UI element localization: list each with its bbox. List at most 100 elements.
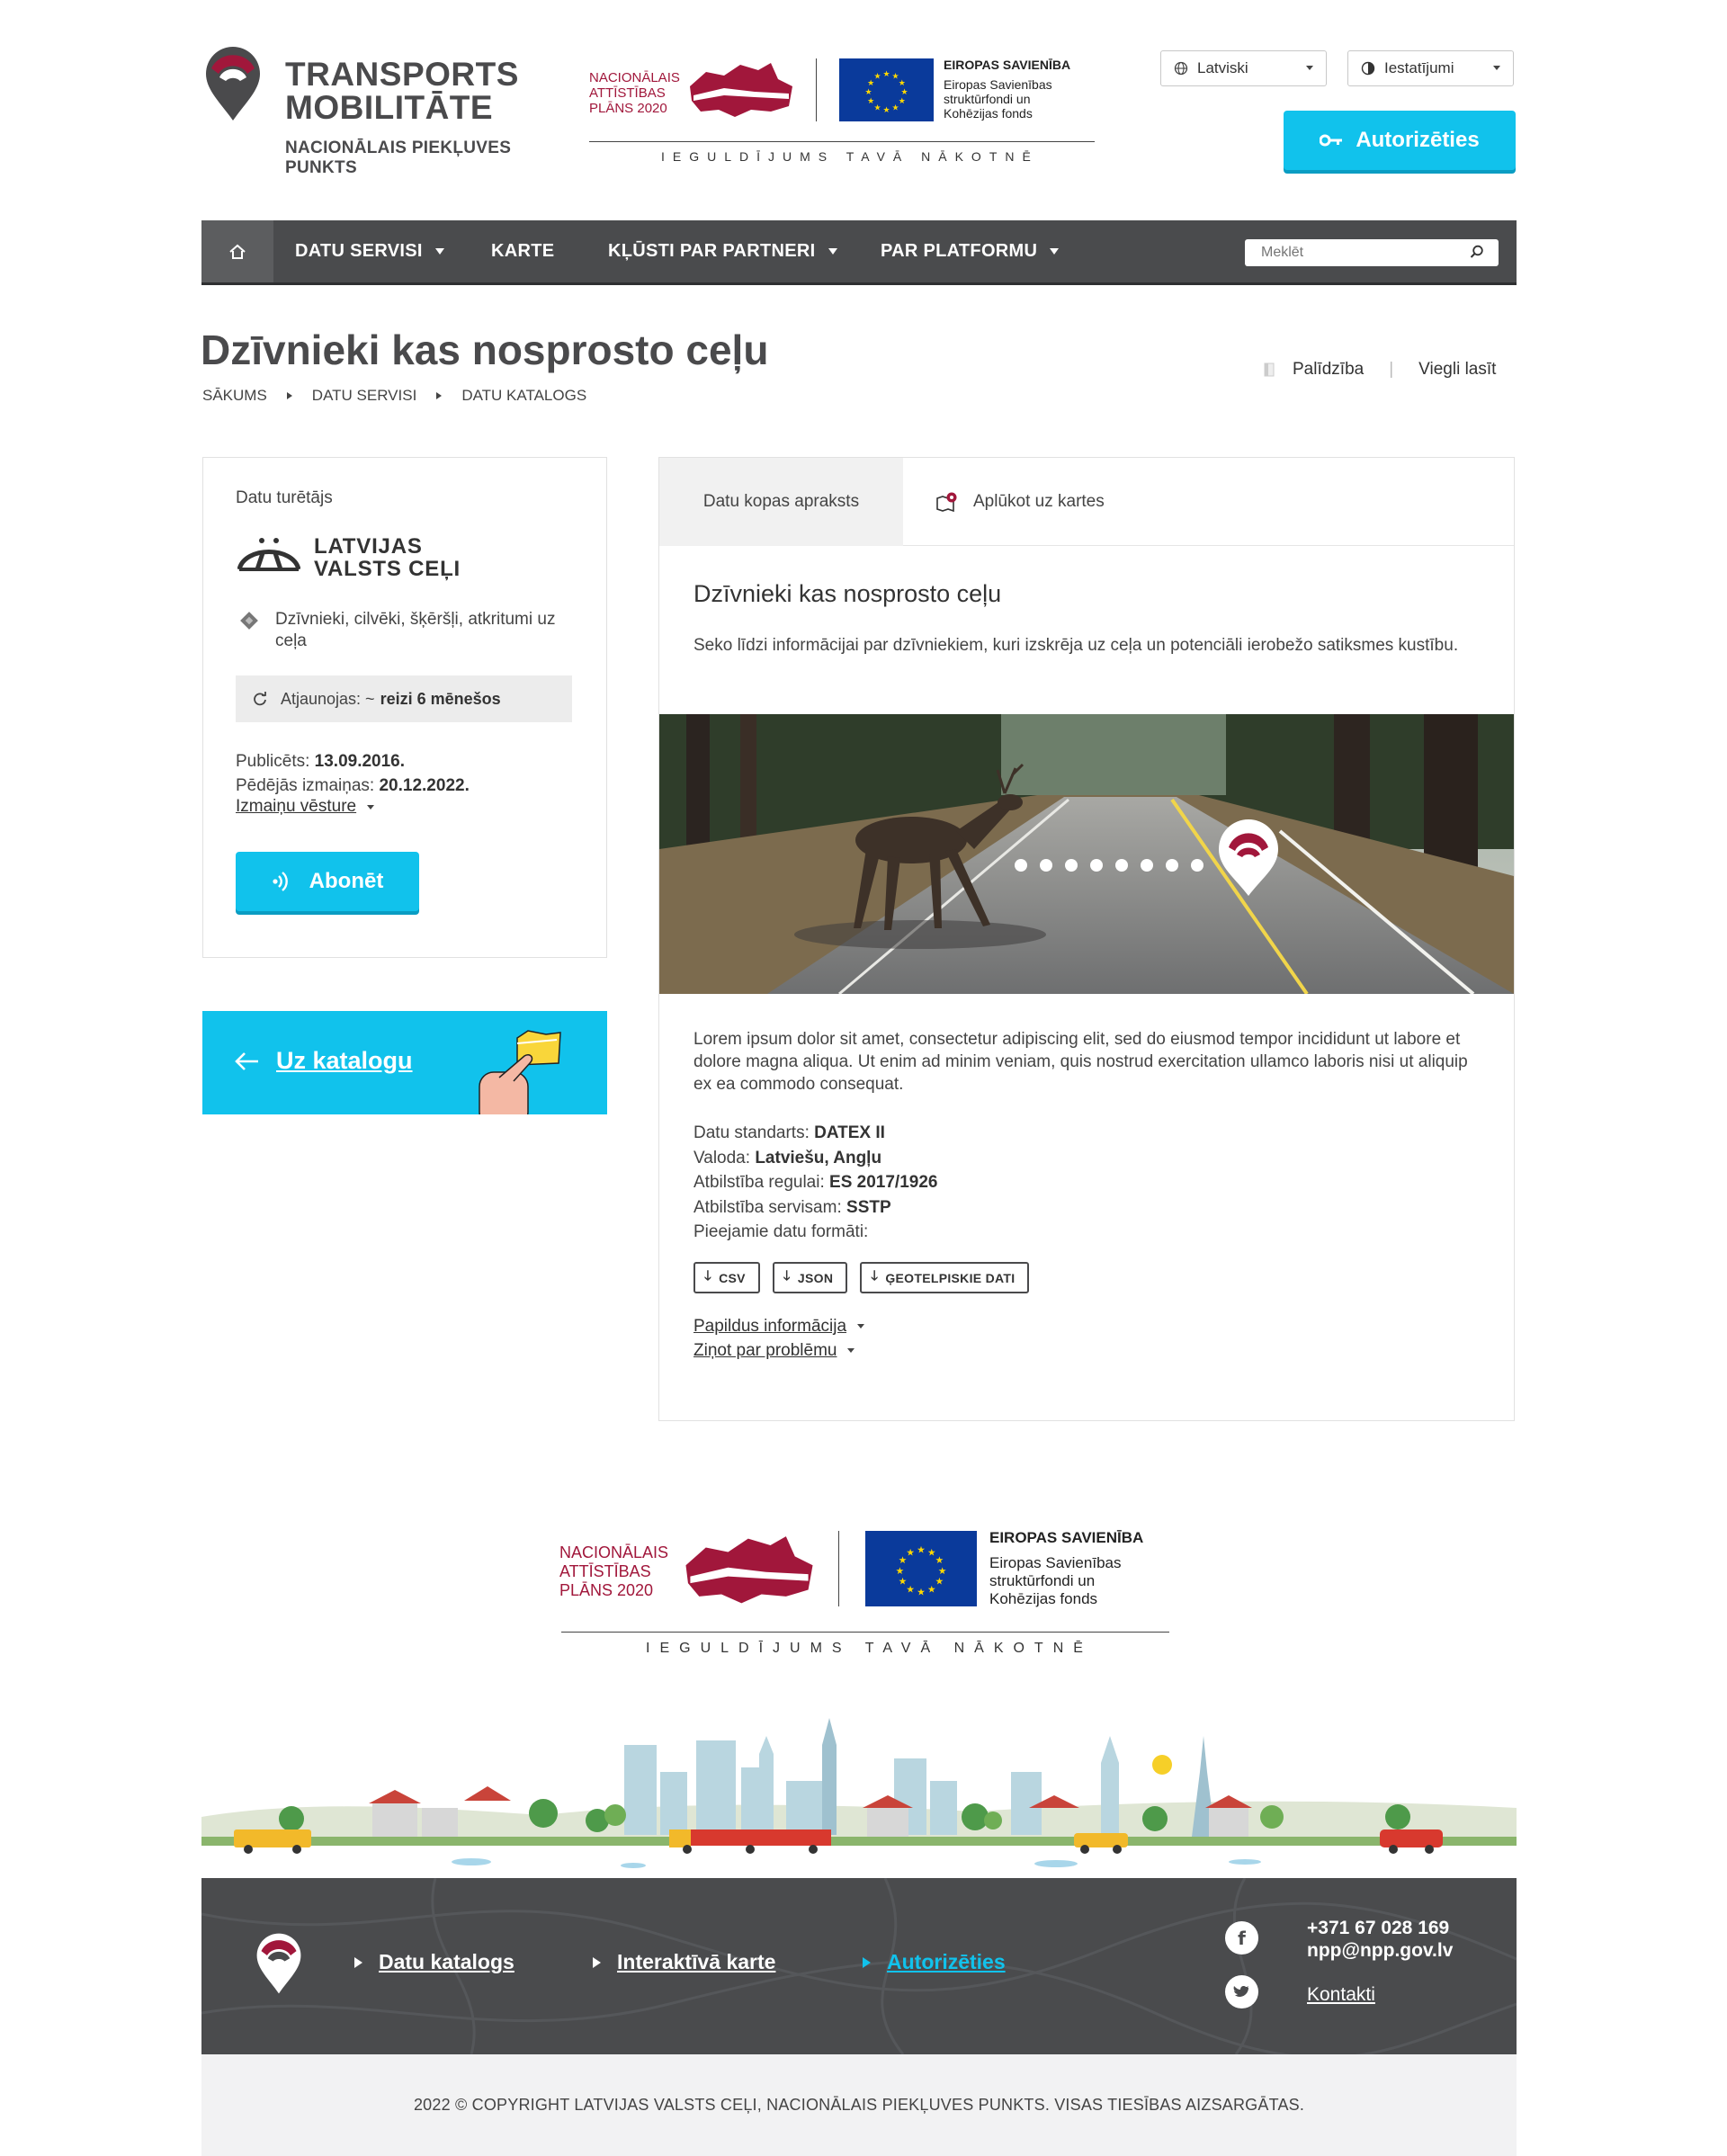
page-title: Dzīvnieki kas nosprosto ceļu bbox=[201, 327, 769, 373]
download-csv-button[interactable]: 🡓 CSV bbox=[693, 1262, 760, 1293]
format-buttons: 🡓 CSV 🡓 JSON 🡓 ĢEOTELPISKIE DATI bbox=[693, 1262, 1042, 1293]
twitter-icon[interactable] bbox=[1225, 1975, 1258, 2008]
chevron-down-icon bbox=[1493, 66, 1500, 70]
breadcrumb-item[interactable]: DATU SERVISI bbox=[312, 387, 417, 405]
chevron-down-icon bbox=[828, 248, 837, 255]
download-geo-button[interactable]: 🡓 ĢEOTELPISKIE DATI bbox=[860, 1262, 1030, 1293]
published-value: 13.09.2016. bbox=[314, 752, 406, 771]
svg-text:★: ★ bbox=[917, 1587, 926, 1598]
dataset-tabs: Datu kopas apraksts Aplūkot uz kartes bbox=[659, 458, 1514, 546]
report-problem-label: Ziņot par problēmu bbox=[693, 1341, 837, 1360]
footer-link-label: Datu katalogs bbox=[379, 1950, 515, 1973]
change-history-link[interactable]: Izmaiņu vēsture bbox=[236, 797, 375, 817]
footer-link-login[interactable]: Autorizēties bbox=[863, 1950, 1006, 1974]
copyright-bar: 2022 © COPYRIGHT LATVIJAS VALSTS CEĻI, N… bbox=[201, 2054, 1517, 2156]
logo-title: TRANSPORTS MOBILITĀTE bbox=[285, 56, 519, 126]
site-footer: Datu katalogs Interaktīvā karte Autorizē… bbox=[201, 1878, 1517, 2054]
nav-item-label: PAR PLATFORMU bbox=[881, 241, 1038, 261]
nav-item-about-platform[interactable]: PAR PLATFORMU bbox=[881, 220, 1060, 282]
dataset-title: Dzīvnieki kas nosprosto ceļu bbox=[693, 580, 1002, 607]
latvia-map-icon bbox=[690, 63, 792, 117]
dataset-panel: Datu kopas apraksts Aplūkot uz kartes Dz… bbox=[658, 457, 1515, 1421]
more-info-link[interactable]: Papildus informācija bbox=[693, 1314, 865, 1338]
footer-contacts-link[interactable]: Kontakti bbox=[1307, 1984, 1375, 2006]
site-logo[interactable]: TRANSPORTS MOBILITĀTE NACIONĀLAIS PIEKĻU… bbox=[202, 45, 526, 180]
more-info-label: Papildus informācija bbox=[693, 1317, 847, 1336]
nav-item-become-partner[interactable]: KĻŪSTI PAR PARTNERI bbox=[608, 220, 837, 282]
chevron-down-icon bbox=[847, 1348, 855, 1353]
download-json-button[interactable]: 🡓 JSON bbox=[772, 1262, 848, 1293]
settings-select[interactable]: Iestatījumi bbox=[1347, 50, 1514, 86]
deer-on-road-image bbox=[659, 714, 1514, 994]
format-label: JSON bbox=[797, 1270, 834, 1285]
owner-label: Datu turētājs bbox=[236, 488, 333, 507]
funding-caption: IEGULDĪJUMS TAVĀ NĀKOTNĒ bbox=[661, 149, 1039, 164]
download-arrow-icon: 🡓 bbox=[871, 1268, 879, 1284]
breadcrumb-item[interactable]: DATU KATALOGS bbox=[461, 387, 586, 405]
location-pin-icon bbox=[206, 47, 260, 121]
eu-flag-icon: ★ ★ ★ ★ ★ ★ ★ ★ ★ ★ ★ ★ bbox=[839, 58, 934, 121]
report-problem-link[interactable]: Ziņot par problēmu bbox=[693, 1338, 864, 1363]
tab-view-on-map[interactable]: Aplūkot uz kartes bbox=[935, 458, 1105, 546]
breadcrumb-item[interactable]: SĀKUMS bbox=[202, 387, 267, 405]
funding-divider bbox=[816, 58, 817, 121]
footer-link-data-catalog[interactable]: Datu katalogs bbox=[354, 1950, 515, 1974]
footer-link-interactive-map[interactable]: Interaktīvā karte bbox=[593, 1950, 775, 1974]
funding-logos: NACIONĀLAIS ATTĪSTĪBAS PLĀNS 2020 ★ ★ ★ ★ ★… bbox=[589, 56, 1102, 173]
search-input[interactable] bbox=[1245, 239, 1499, 266]
footer-phone[interactable]: +371 67 028 169 bbox=[1307, 1918, 1449, 1939]
meta-row: Valoda: Latviešu, Angļu bbox=[693, 1148, 882, 1167]
nap-label: NACIONĀLAIS ATTĪSTĪBAS PLĀNS 2020 bbox=[589, 70, 680, 116]
nav-item-map[interactable]: KARTE bbox=[491, 220, 554, 282]
svg-text:★: ★ bbox=[927, 1583, 936, 1595]
nav-home[interactable] bbox=[201, 220, 273, 282]
chevron-right-icon bbox=[354, 1956, 362, 1968]
svg-text:★: ★ bbox=[873, 73, 881, 82]
history-label: Izmaiņu vēsture bbox=[236, 797, 357, 816]
footer-email[interactable]: npp@npp.gov.lv bbox=[1307, 1940, 1453, 1962]
owner-name: LATVIJAS VALSTS CEĻI bbox=[314, 534, 461, 581]
easy-read-link[interactable]: Viegli lasīt bbox=[1418, 360, 1496, 380]
svg-text:★: ★ bbox=[935, 1576, 944, 1588]
facebook-icon[interactable]: f bbox=[1225, 1921, 1258, 1955]
chevron-down-icon bbox=[1050, 248, 1060, 255]
meta-row: Datu standarts: DATEX II bbox=[693, 1123, 885, 1142]
chevron-down-icon bbox=[434, 248, 444, 255]
eu-subtitle: Eiropas Savienības struktūrfondi un Kohē… bbox=[944, 77, 1052, 121]
tab-description[interactable]: Datu kopas apraksts bbox=[659, 458, 903, 546]
eu-title: EIROPAS SAVIENĪBA bbox=[944, 58, 1071, 72]
subscribe-button[interactable]: Abonēt bbox=[236, 852, 419, 911]
publication-dates: Publicēts: 13.09.2016. Pēdējās izmaiņas:… bbox=[236, 749, 470, 798]
broadcast-icon bbox=[273, 872, 288, 891]
funding-divider bbox=[838, 1531, 839, 1606]
category-text: Dzīvnieki, cilvēki, šķēršļi, atkritumi u… bbox=[275, 610, 556, 650]
chevron-right-icon bbox=[436, 392, 443, 399]
subscribe-label: Abonēt bbox=[309, 869, 384, 893]
modified-label: Pēdējās izmaiņas: bbox=[236, 776, 375, 795]
key-icon bbox=[1320, 134, 1343, 147]
svg-text:★: ★ bbox=[900, 88, 908, 97]
meta-row: Atbilstība regulai: ES 2017/1926 bbox=[693, 1173, 938, 1192]
login-button[interactable]: Autorizēties bbox=[1284, 111, 1516, 170]
svg-text:★: ★ bbox=[896, 1565, 905, 1577]
hand-folder-illustration bbox=[479, 1030, 561, 1114]
footer-logo-pin-icon[interactable] bbox=[254, 1932, 304, 1995]
svg-text:★: ★ bbox=[906, 1546, 915, 1558]
footer-funding-logos: NACIONĀLAIS ATTĪSTĪBAS PLĀNS 2020 ★ ★ ★ ★ ★… bbox=[559, 1522, 1171, 1666]
chevron-down-icon bbox=[1306, 66, 1313, 70]
dataset-metadata: Datu standarts: DATEX II Valoda: Latvieš… bbox=[693, 1121, 937, 1245]
chevron-down-icon bbox=[857, 1324, 865, 1328]
nav-item-data-services[interactable]: DATU SERVISI bbox=[295, 220, 444, 282]
language-value: Latviski bbox=[1197, 59, 1248, 76]
svg-text:★: ★ bbox=[882, 70, 890, 79]
update-value: reizi 6 mēnešos bbox=[380, 689, 501, 708]
globe-icon bbox=[1174, 61, 1188, 76]
map-pin-icon bbox=[936, 492, 957, 513]
back-to-catalog-button[interactable]: Uz katalogu bbox=[202, 1011, 607, 1114]
help-link[interactable]: Palīdzība bbox=[1293, 360, 1364, 380]
format-label: ĢEOTELPISKIE DATI bbox=[885, 1270, 1016, 1285]
arrow-left-icon bbox=[235, 1052, 258, 1070]
language-select[interactable]: Latviski bbox=[1160, 50, 1327, 86]
contrast-icon bbox=[1361, 61, 1375, 76]
search-icon[interactable] bbox=[1470, 245, 1484, 259]
